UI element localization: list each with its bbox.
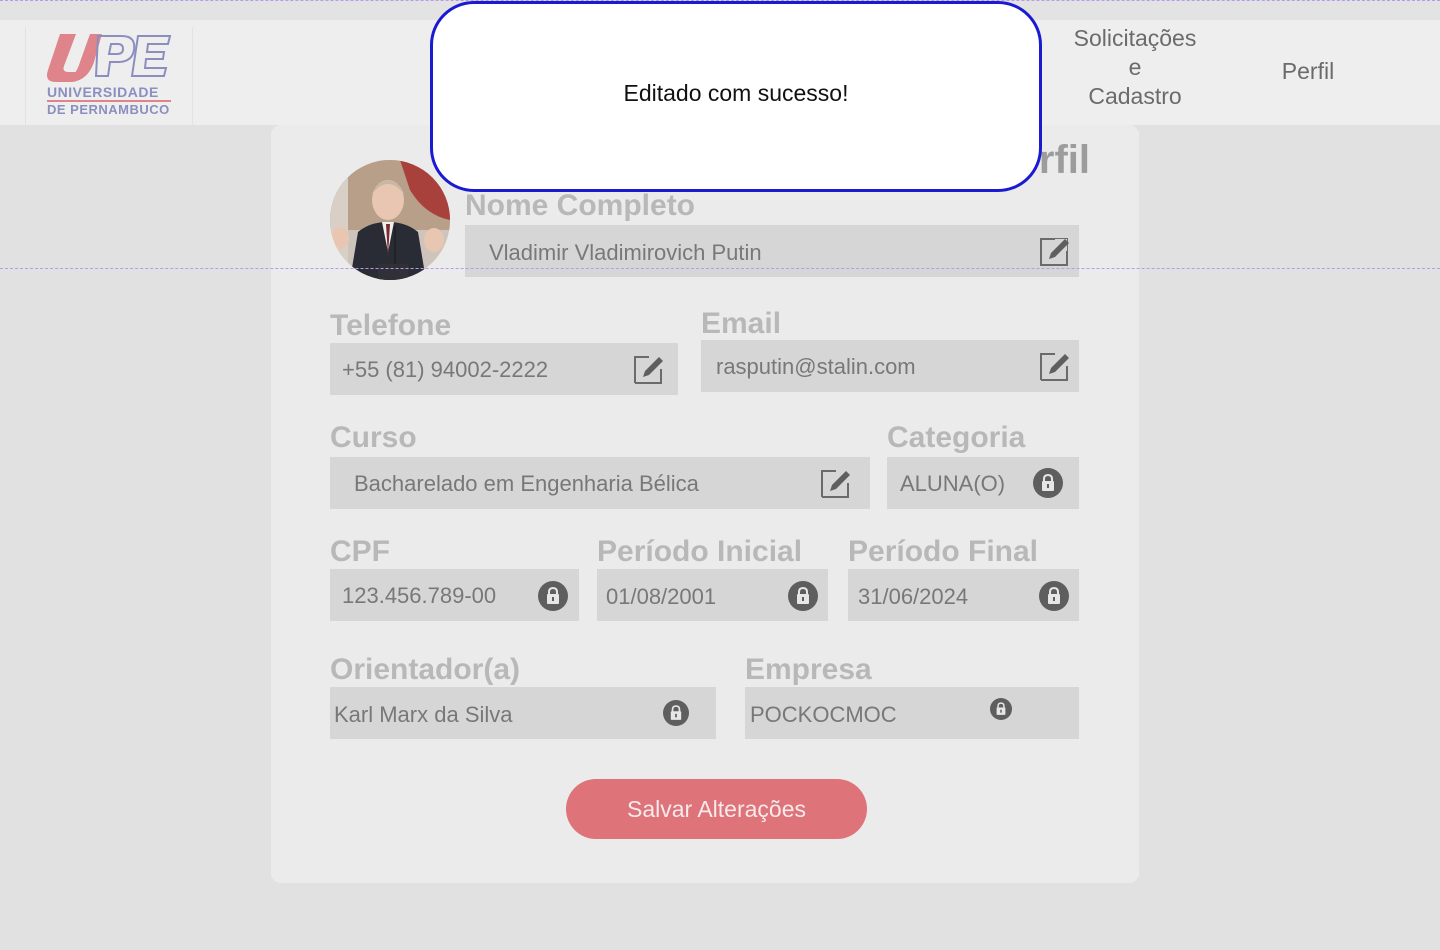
categoria-field: ALUNA(O) xyxy=(887,457,1079,509)
lock-icon xyxy=(788,581,818,611)
upe-logo-mark xyxy=(47,34,172,82)
empresa-value: POCKOCMOC xyxy=(750,702,897,727)
orientador-value: Karl Marx da Silva xyxy=(334,702,513,727)
edit-icon[interactable] xyxy=(1039,350,1071,382)
avatar[interactable] xyxy=(330,160,450,280)
nav-solicitacoes-cadastro[interactable]: Solicitações e Cadastro xyxy=(1055,24,1215,111)
success-toast[interactable]: Editado com sucesso! xyxy=(430,1,1042,192)
avatar-photo xyxy=(330,160,450,280)
telefone-label: Telefone xyxy=(330,309,452,342)
lock-icon xyxy=(990,698,1012,720)
curso-label: Curso xyxy=(330,421,417,454)
telefone-value: +55 (81) 94002-2222 xyxy=(342,357,549,382)
email-value: rasputin@stalin.com xyxy=(716,354,916,379)
cpf-value: 123.456.789-00 xyxy=(342,583,497,608)
email-label: Email xyxy=(701,307,782,340)
toast-message: Editado com sucesso! xyxy=(623,80,849,106)
curso-value: Bacharelado em Engenharia Bélica xyxy=(354,471,699,496)
guide-line xyxy=(0,268,1440,269)
cpf-field: 123.456.789-00 xyxy=(330,569,579,621)
upe-logo[interactable]: UNIVERSIDADE DE PERNAMBUCO xyxy=(25,27,193,125)
save-button[interactable]: Salvar Alterações xyxy=(566,779,867,839)
cpf-label: CPF xyxy=(330,535,390,568)
lock-icon xyxy=(663,700,689,726)
telefone-field[interactable]: +55 (81) 94002-2222 xyxy=(330,343,678,395)
categoria-value: ALUNA(O) xyxy=(900,471,1006,496)
logo-text-line2: DE PERNAMBUCO xyxy=(47,102,170,117)
orientador-field: Karl Marx da Silva xyxy=(330,687,716,739)
nav-solicitacoes-line2: e xyxy=(1128,54,1142,80)
lock-icon xyxy=(1033,468,1063,498)
nome-value: Vladimir Vladimirovich Putin xyxy=(489,240,762,265)
periodo-final-label: Período Final xyxy=(848,535,1039,568)
periodo-inicial-label: Período Inicial xyxy=(597,535,803,568)
empresa-label: Empresa xyxy=(745,653,872,686)
nav-solicitacoes-line3: Cadastro xyxy=(1088,83,1182,109)
nome-field[interactable]: Vladimir Vladimirovich Putin xyxy=(465,225,1079,277)
nome-label: Nome Completo xyxy=(465,189,696,222)
email-field[interactable]: rasputin@stalin.com xyxy=(701,340,1079,392)
empresa-field: POCKOCMOC xyxy=(745,687,1079,739)
nav-solicitacoes-line1: Solicitações xyxy=(1073,25,1197,51)
lock-icon xyxy=(538,581,568,611)
logo-text-line1: UNIVERSIDADE xyxy=(47,84,159,100)
periodo-inicial-field: 01/08/2001 xyxy=(597,569,828,621)
periodo-final-field: 31/06/2024 xyxy=(848,569,1079,621)
nav-perfil[interactable]: Perfil xyxy=(1255,57,1361,86)
periodo-final-value: 31/06/2024 xyxy=(858,584,969,609)
lock-icon xyxy=(1039,581,1069,611)
categoria-label: Categoria xyxy=(887,421,1026,454)
periodo-inicial-value: 01/08/2001 xyxy=(606,584,717,609)
edit-icon[interactable] xyxy=(633,353,665,385)
curso-field[interactable]: Bacharelado em Engenharia Bélica xyxy=(330,457,870,509)
orientador-label: Orientador(a) xyxy=(330,653,521,686)
edit-icon[interactable] xyxy=(1039,235,1071,267)
edit-icon[interactable] xyxy=(820,467,852,499)
